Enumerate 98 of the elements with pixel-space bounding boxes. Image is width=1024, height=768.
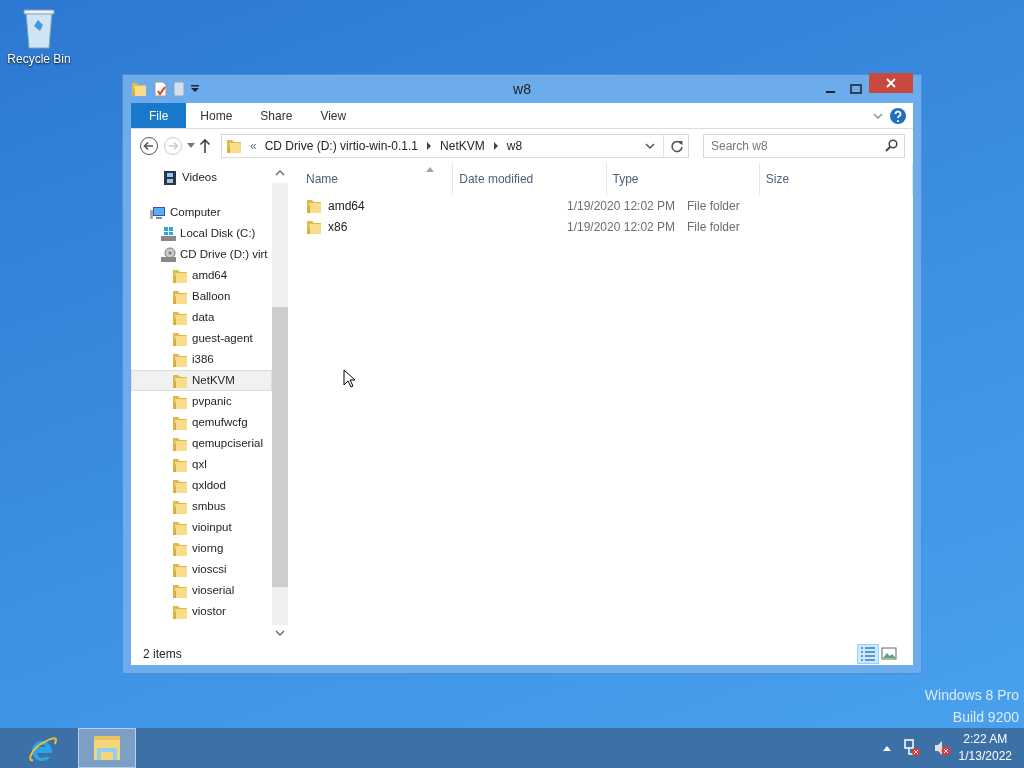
folder-icon xyxy=(172,372,188,389)
scroll-down-icon[interactable] xyxy=(275,629,285,637)
ribbon-tab[interactable]: Home xyxy=(186,103,247,128)
recent-locations-icon[interactable] xyxy=(187,143,195,149)
folder-icon xyxy=(172,393,188,410)
maximize-icon xyxy=(850,84,862,94)
folder-icon xyxy=(226,138,242,154)
network-error-icon[interactable] xyxy=(902,739,921,757)
table-cell-text: File folder xyxy=(686,218,741,236)
disc-drive-icon xyxy=(160,246,176,263)
watermark-text: Windows 8 Pro xyxy=(924,686,1019,705)
nav-item[interactable]: guest-agent xyxy=(131,328,272,349)
view-button[interactable] xyxy=(857,644,879,664)
recycle-bin-icon[interactable] xyxy=(22,6,56,50)
desktop-icon-label[interactable]: Recycle Bin xyxy=(4,50,74,68)
minimize-icon xyxy=(825,91,835,93)
properties-icon[interactable] xyxy=(153,81,167,97)
folder-icon xyxy=(172,498,188,515)
search-field[interactable]: Search w8 xyxy=(703,134,905,158)
folder-icon xyxy=(172,330,188,347)
nav-item[interactable]: CD Drive (D:) virt xyxy=(131,244,272,265)
refresh-icon[interactable] xyxy=(670,139,684,153)
breadcrumb-segment[interactable]: CD Drive (D:) virtio-win-0.1.1 xyxy=(264,137,419,155)
details-view-icon xyxy=(859,645,877,663)
file-name[interactable]: amd64 xyxy=(328,196,365,215)
dropdown-icon[interactable] xyxy=(191,85,199,93)
scroll-up-icon[interactable] xyxy=(275,169,285,177)
nav-item[interactable]: viostor xyxy=(131,601,272,622)
folder-icon xyxy=(172,603,188,620)
nav-item[interactable]: qxldod xyxy=(131,475,272,496)
folder-icon xyxy=(172,519,188,536)
nav-item[interactable]: qxl xyxy=(131,454,272,475)
nav-item[interactable]: vioinput xyxy=(131,517,272,538)
chevron-icon[interactable] xyxy=(492,142,499,150)
nav-item[interactable]: Local Disk (C:) xyxy=(131,223,272,244)
nav-item[interactable]: amd64 xyxy=(131,265,272,286)
nav-item[interactable]: vioscsi xyxy=(131,559,272,580)
folder-icon xyxy=(172,309,188,326)
folder-icon xyxy=(172,267,188,284)
ribbon-tab[interactable]: View xyxy=(306,103,361,128)
clock-date[interactable]: 1/13/2022 xyxy=(958,748,1012,765)
file-name[interactable]: x86 xyxy=(328,217,348,236)
back-icon xyxy=(139,136,159,156)
watermark-text: Build 9200 xyxy=(951,708,1019,727)
address-bar[interactable]: « CD Drive (D:) virtio-win-0.1.1 NetKVM w8 xyxy=(221,134,689,158)
column-header[interactable]: Date modified xyxy=(453,163,607,195)
show-hidden-icons-icon[interactable] xyxy=(882,745,891,751)
dropdown-icon[interactable] xyxy=(645,142,655,150)
chevron-icon[interactable] xyxy=(426,142,433,150)
folder-icon xyxy=(172,435,188,452)
folder-icon xyxy=(172,582,188,599)
overflow-chevron[interactable]: « xyxy=(250,137,257,155)
status-text: 2 items xyxy=(143,646,183,663)
table-cell-text: 1/19/2020 12:02 PM xyxy=(566,197,677,215)
nav-item[interactable]: data xyxy=(131,307,272,328)
close-icon xyxy=(886,78,896,88)
drive-icon xyxy=(160,225,176,242)
nav-item[interactable]: Computer xyxy=(131,202,272,223)
breadcrumb-segment[interactable]: w8 xyxy=(506,137,523,155)
mouse-pointer-icon xyxy=(343,369,355,388)
nav-item[interactable]: Balloon xyxy=(131,286,272,307)
close-button[interactable] xyxy=(869,73,913,93)
ribbon-tab[interactable]: Share xyxy=(246,103,307,128)
up-arrow-icon[interactable] xyxy=(199,138,211,154)
film-icon xyxy=(162,169,178,186)
nav-item[interactable]: pvpanic xyxy=(131,391,272,412)
nav-item[interactable]: NetKVM xyxy=(131,370,272,391)
table-cell-text: 1/19/2020 12:02 PM xyxy=(566,218,677,236)
folder-icon xyxy=(172,477,188,494)
file-menu-button[interactable]: File xyxy=(131,103,187,128)
folder-icon xyxy=(172,414,188,431)
search-icon xyxy=(885,139,898,152)
column-header[interactable]: Type xyxy=(606,163,760,195)
forward-icon xyxy=(163,136,183,156)
nav-item[interactable]: viorng xyxy=(131,538,272,559)
column-header[interactable]: Size xyxy=(759,163,913,195)
computer-icon xyxy=(150,204,166,221)
back-button[interactable] xyxy=(139,136,159,156)
nav-item[interactable]: qemupciserial xyxy=(131,433,272,454)
breadcrumb-segment[interactable]: NetKVM xyxy=(440,137,485,155)
nav-item[interactable]: vioserial xyxy=(131,580,272,601)
volume-muted-icon[interactable] xyxy=(932,739,951,757)
nav-item[interactable]: i386 xyxy=(131,349,272,370)
scrollbar-thumb[interactable] xyxy=(272,307,288,587)
expand-ribbon-icon[interactable] xyxy=(873,111,883,120)
folder-icon xyxy=(172,456,188,473)
clock-time[interactable]: 2:22 AM xyxy=(958,731,1012,748)
column-header[interactable]: Name xyxy=(300,163,454,195)
folder-icon xyxy=(172,288,188,305)
nav-item[interactable]: Videos xyxy=(131,167,272,188)
folder-icon xyxy=(172,351,188,368)
table-cell-text: File folder xyxy=(686,197,741,215)
window-title: w8 xyxy=(513,79,531,99)
help-icon[interactable] xyxy=(889,106,907,125)
folder-icon xyxy=(172,561,188,578)
folder-icon xyxy=(172,540,188,557)
nav-item[interactable]: smbus xyxy=(131,496,272,517)
nav-item[interactable]: qemufwcfg xyxy=(131,412,272,433)
